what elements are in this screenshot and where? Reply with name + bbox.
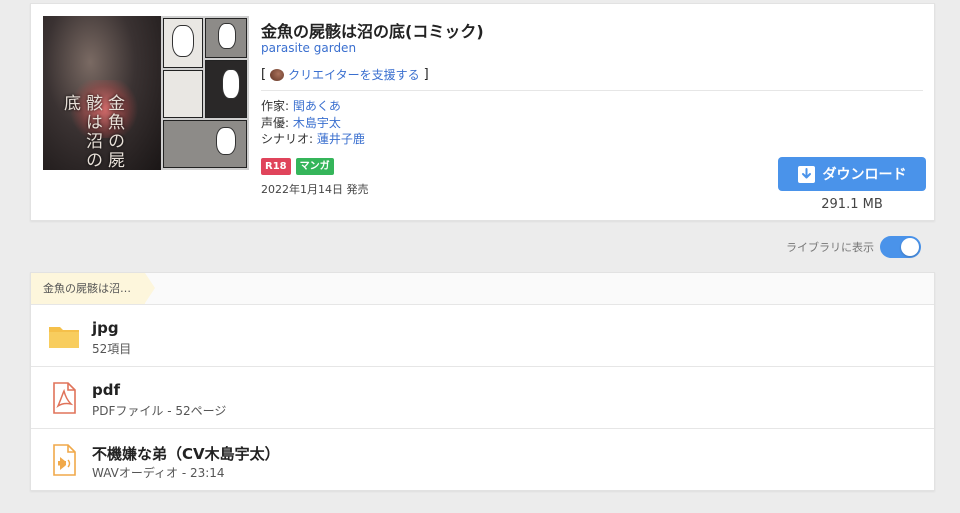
credit-voice-actor: 声優: 木島宇太 xyxy=(261,115,365,132)
download-icon xyxy=(797,165,815,183)
cover-title-art: 金魚の屍骸は沼の底 xyxy=(60,94,124,170)
download-label: ダウンロード xyxy=(822,167,907,183)
file-row-audio[interactable]: 不機嫌な弟（CV木島宇太） WAVオーディオ - 23:14 xyxy=(31,429,934,491)
credit-author: 作家: 閏あくあ xyxy=(261,98,365,115)
bracket-open: [ xyxy=(261,67,267,82)
manga-badge: マンガ xyxy=(295,158,334,175)
switch-knob xyxy=(901,238,919,256)
manga-panel xyxy=(205,18,247,58)
divider xyxy=(261,90,923,91)
download-button[interactable]: ダウンロード xyxy=(778,157,926,191)
file-name: pdf xyxy=(92,381,121,399)
speech-bubble xyxy=(216,127,236,155)
author-link[interactable]: 閏あくあ xyxy=(293,99,341,113)
file-name: 不機嫌な弟（CV木島宇太） xyxy=(92,445,280,463)
credit-key: 声優: xyxy=(261,115,293,130)
breadcrumb: 金魚の屍骸は沼… xyxy=(31,273,934,305)
file-meta: PDFファイル - 52ページ xyxy=(92,404,227,418)
file-size: 291.1 MB xyxy=(821,197,883,212)
circle-name[interactable]: parasite garden xyxy=(261,41,356,55)
manga-panel xyxy=(163,70,203,118)
audio-file-icon xyxy=(53,444,76,476)
cover-art-right xyxy=(161,16,249,170)
creator-avatar-icon xyxy=(270,68,285,81)
credits: 作家: 閏あくあ 声優: 木島宇太 シナリオ: 蓮井子鹿 xyxy=(261,98,365,148)
credit-key: 作家: xyxy=(261,99,293,113)
library-toggle: ライブラリに表示 xyxy=(786,236,921,258)
r18-badge: R18 xyxy=(261,158,291,175)
manga-panel xyxy=(163,120,247,168)
credit-scenario: シナリオ: 蓮井子鹿 xyxy=(261,131,365,148)
pdf-file-icon xyxy=(53,382,76,414)
cover-art-left: 金魚の屍骸は沼の底 xyxy=(43,16,161,170)
tags: R18 マンガ xyxy=(261,158,334,175)
file-row-pdf[interactable]: pdf PDFファイル - 52ページ xyxy=(31,367,934,429)
folder-icon xyxy=(49,327,79,348)
support-creator-link[interactable]: クリエイターを支援する xyxy=(288,66,420,83)
release-date: 2022年1月14日 発売 xyxy=(261,183,369,196)
file-name: jpg xyxy=(92,319,119,337)
scenario-link[interactable]: 蓮井子鹿 xyxy=(317,132,365,146)
file-list: 金魚の屍骸は沼… jpg 52項目 pdf PDFファイル - 52ページ 不機… xyxy=(30,272,935,491)
credit-key: シナリオ: xyxy=(261,132,317,146)
speech-bubble xyxy=(218,23,236,49)
speech-bubble xyxy=(172,25,194,57)
support-creator[interactable]: [ クリエイターを支援する ] xyxy=(261,66,429,83)
work-card: 金魚の屍骸は沼の底 金魚の屍骸は沼の底(コミック) parasite garde… xyxy=(30,3,935,221)
speech-bubble xyxy=(222,69,240,99)
manga-panel xyxy=(163,18,203,68)
library-switch[interactable] xyxy=(880,236,921,258)
library-toggle-label: ライブラリに表示 xyxy=(786,241,874,254)
breadcrumb-item[interactable]: 金魚の屍骸は沼… xyxy=(31,273,155,304)
file-row-jpg[interactable]: jpg 52項目 xyxy=(31,305,934,367)
work-title[interactable]: 金魚の屍骸は沼の底(コミック) xyxy=(261,18,484,42)
voice-actor-link[interactable]: 木島宇太 xyxy=(293,116,341,130)
bracket-close: ] xyxy=(423,67,429,82)
file-meta: 52項目 xyxy=(92,342,132,356)
manga-panel xyxy=(205,60,247,118)
file-meta: WAVオーディオ - 23:14 xyxy=(92,466,225,480)
cover-image[interactable]: 金魚の屍骸は沼の底 xyxy=(43,16,249,170)
